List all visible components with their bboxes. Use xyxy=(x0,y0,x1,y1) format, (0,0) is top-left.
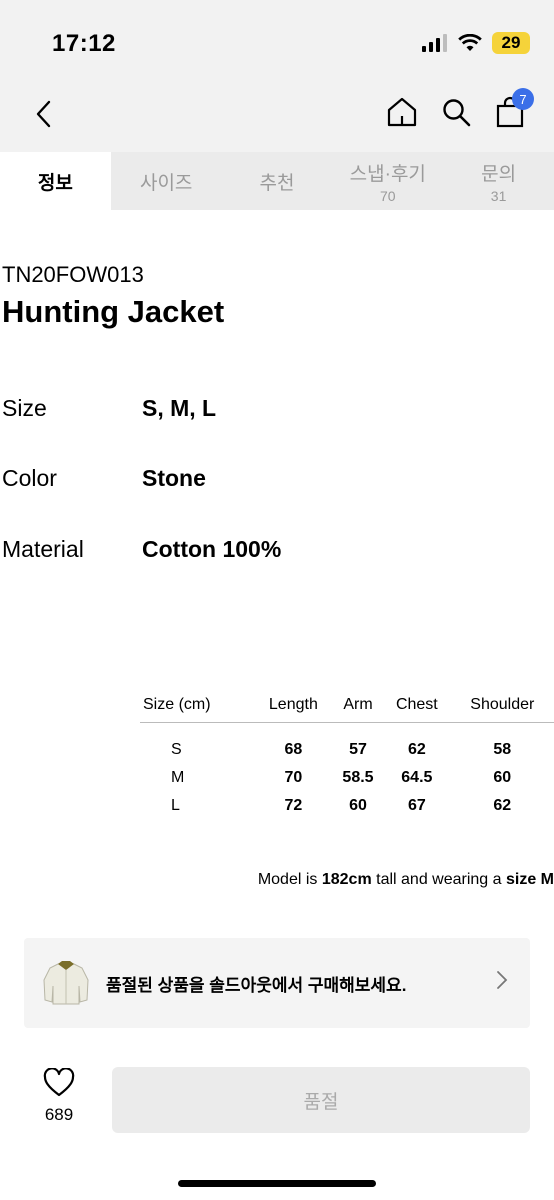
tab-label: 사이즈 xyxy=(139,172,193,194)
table-cell: 58 xyxy=(493,741,512,759)
spec-label: Size xyxy=(2,395,47,421)
spec-value: Stone xyxy=(142,465,206,491)
spec-row-color: Color Stone xyxy=(2,465,206,492)
table-cell: 72 xyxy=(284,797,303,814)
column-header: Arm xyxy=(332,692,384,723)
model-note-prefix: Model is xyxy=(257,871,322,888)
table-cell: 62 xyxy=(407,741,426,759)
search-icon xyxy=(443,99,471,127)
tab-label: 스냅·후기 xyxy=(349,163,426,185)
back-button[interactable] xyxy=(28,96,58,132)
spec-row-size: Size S, M, L xyxy=(2,395,216,422)
table-cell: 57 xyxy=(349,741,367,759)
spec-row-material: Material Cotton 100% xyxy=(2,536,281,563)
tab-bar: 정보 사이즈 추천 스냅·후기 70 문의 31 xyxy=(0,152,554,210)
model-size: size M xyxy=(505,871,554,888)
table-cell: L xyxy=(171,797,180,814)
soldout-banner-text: 품절된 상품을 솔드아웃에서 구매해보세요. xyxy=(106,975,407,995)
column-header: Shoulder xyxy=(450,692,554,723)
spec-value: Cotton 100% xyxy=(142,536,282,562)
size-table: Size (cm) Length Arm Chest Shoulder S 68… xyxy=(140,692,554,820)
tab-snap-review[interactable]: 스냅·후기 70 xyxy=(332,152,443,210)
model-note: Model is 182cm tall and wearing a size M xyxy=(258,871,554,889)
table-cell: 68 xyxy=(284,741,303,759)
spec-label: Material xyxy=(2,536,84,562)
status-bar: 17:12 29 xyxy=(0,0,554,80)
signal-icon xyxy=(422,34,447,52)
chevron-left-icon xyxy=(36,100,51,128)
like-count: 689 xyxy=(44,1105,74,1124)
home-indicator xyxy=(178,1180,376,1187)
column-header: Length xyxy=(253,692,333,723)
tab-size[interactable]: 사이즈 xyxy=(111,152,222,210)
status-icons: 29 xyxy=(422,32,530,54)
battery-indicator: 29 xyxy=(492,32,530,54)
like-button[interactable]: 689 xyxy=(34,1067,84,1125)
tab-count: 31 xyxy=(490,187,507,204)
tab-info[interactable]: 정보 xyxy=(0,152,111,210)
tab-label: 정보 xyxy=(37,172,73,194)
table-cell: M xyxy=(171,769,185,786)
tab-count: 70 xyxy=(380,187,396,204)
table-cell: 58.5 xyxy=(342,769,374,786)
home-icon xyxy=(387,97,417,127)
tab-label: 추천 xyxy=(259,172,295,194)
jacket-thumbnail-icon xyxy=(43,961,89,1005)
cart-count-badge: 7 xyxy=(512,88,534,110)
table-cell: 62 xyxy=(493,797,512,814)
soldout-banner[interactable]: 품절된 상품을 솔드아웃에서 구매해보세요. xyxy=(24,938,530,1028)
table-cell: S xyxy=(171,741,182,759)
table-row: L 72 60 67 62 xyxy=(140,792,554,820)
cart-button[interactable]: 7 xyxy=(492,88,534,130)
model-note-middle: tall and wearing a xyxy=(371,871,506,888)
model-height: 182cm xyxy=(321,871,372,888)
table-cell: 64.5 xyxy=(401,769,433,786)
column-header: Chest xyxy=(383,692,451,723)
product-thumbnail xyxy=(38,955,94,1011)
tab-label: 문의 xyxy=(481,163,517,185)
nav-actions: 7 xyxy=(384,88,534,130)
table-row: M 70 58.5 64.5 60 xyxy=(140,764,554,792)
product-name: Hunting Jacket xyxy=(2,294,225,329)
wifi-icon xyxy=(458,34,482,51)
soldout-button[interactable]: 품절 xyxy=(112,1067,530,1133)
nav-bar: 7 xyxy=(0,80,554,152)
table-cell: 67 xyxy=(407,797,426,814)
table-cell: 70 xyxy=(284,769,303,786)
heart-icon xyxy=(43,1067,75,1097)
table-cell: 60 xyxy=(349,797,367,814)
spec-label: Color xyxy=(2,465,57,491)
product-code: TN20FOW013 xyxy=(2,262,144,287)
table-cell: 60 xyxy=(493,769,512,786)
chevron-right-icon xyxy=(496,970,508,996)
home-button[interactable] xyxy=(384,94,420,130)
table-row: S 68 57 62 58 xyxy=(140,722,554,764)
tab-inquiry[interactable]: 문의 31 xyxy=(443,152,554,210)
search-button[interactable] xyxy=(438,94,474,130)
column-header: Size (cm) xyxy=(140,692,254,723)
status-time: 17:12 xyxy=(52,30,116,57)
spec-value: S, M, L xyxy=(142,395,217,421)
size-table-header: Size (cm) Length Arm Chest Shoulder xyxy=(140,692,554,723)
tab-recommend[interactable]: 추천 xyxy=(222,152,333,210)
